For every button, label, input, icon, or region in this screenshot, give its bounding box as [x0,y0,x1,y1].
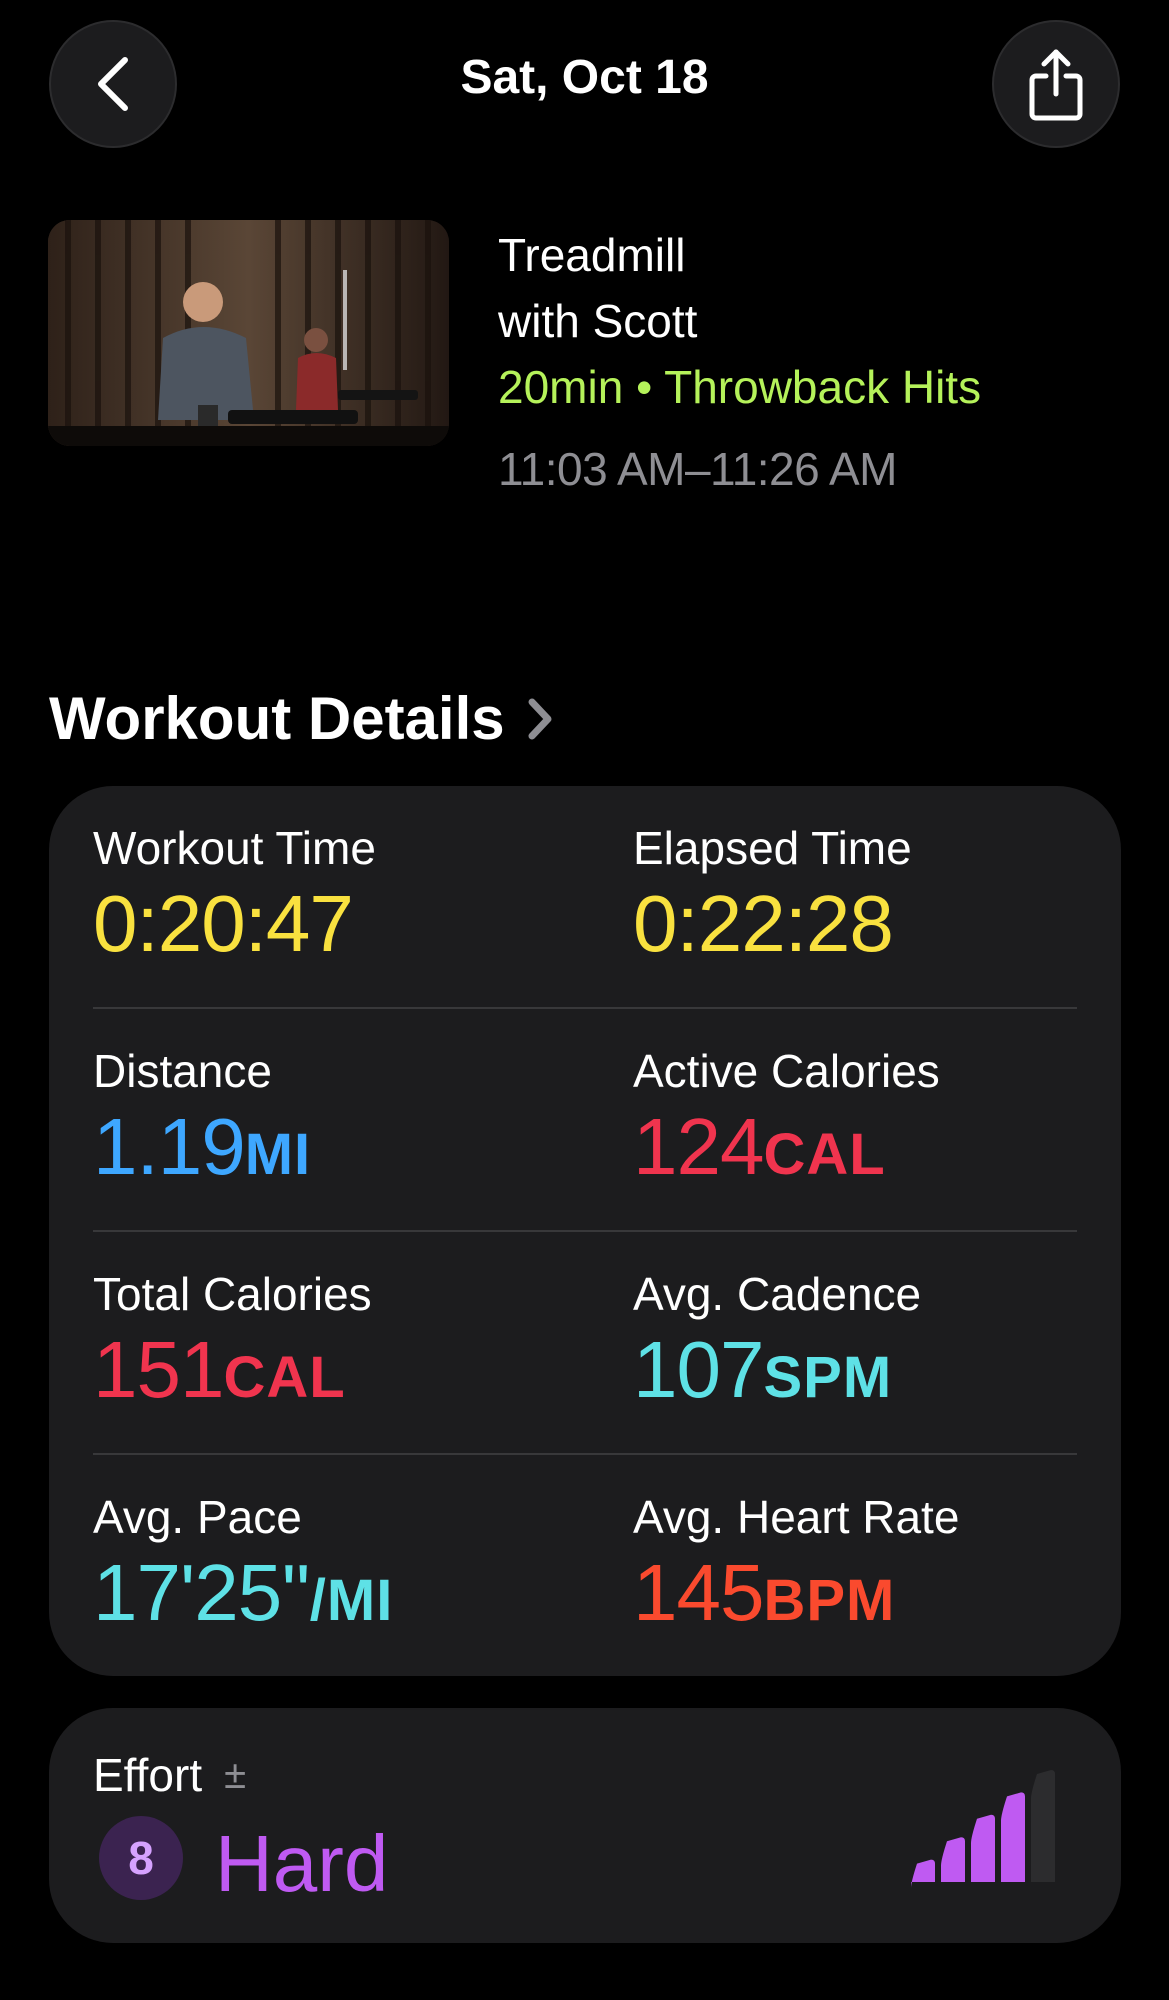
metric-value: 0:20:47 [93,882,376,974]
metric-value: 1.19MI [93,1105,311,1197]
effort-score-badge: 8 [99,1816,183,1900]
effort-level: Hard [215,1819,389,1908]
metric-number: 151 [93,1325,224,1414]
workout-info: Treadmill with Scott 20min • Throwback H… [498,222,981,496]
metric-unit: CAL [763,1122,886,1187]
metric-unit: SPM [763,1345,893,1410]
metric-number: 145 [633,1548,764,1637]
metric-label: Distance [93,1045,272,1097]
effort-bars-icon [911,1770,1055,1888]
metric-unit: BPM [763,1568,896,1633]
class-meta: 20min • Throwback Hits [498,361,982,413]
metric-elapsed-time: Elapsed Time 0:22:28 [633,822,912,974]
class-title-line-2: with Scott [498,295,698,347]
metric-label: Avg. Heart Rate [633,1491,960,1543]
metric-value: 124CAL [633,1105,940,1197]
metric-total-calories: Total Calories 151CAL [93,1268,372,1420]
metric-unit: CAL [223,1345,346,1410]
metric-value: 17'25''/MI [93,1551,393,1643]
metric-label: Total Calories [93,1268,372,1320]
workout-details-card: Workout Time 0:20:47 Elapsed Time 0:22:2… [49,786,1121,1676]
metric-value: 107SPM [633,1328,921,1420]
metric-number: 0:20:47 [93,879,354,968]
effort-label-row: Effort ± [93,1748,246,1802]
metric-number: 0:22:28 [633,879,894,968]
effort-bar [911,1859,935,1888]
chevron-right-icon [528,698,552,739]
metric-label: Avg. Pace [93,1491,302,1543]
metrics-row: Workout Time 0:20:47 Elapsed Time 0:22:2… [93,786,1077,1009]
effort-label: Effort [93,1749,203,1801]
workout-details-link[interactable]: Workout Details [49,684,553,753]
effort-bar [971,1814,995,1882]
metric-number: 1.19 [93,1102,246,1191]
metric-avg-cadence: Avg. Cadence 107SPM [633,1268,921,1420]
metric-number: 107 [633,1325,764,1414]
metric-value: 0:22:28 [633,882,912,974]
metric-active-calories: Active Calories 124CAL [633,1045,940,1197]
metric-label: Active Calories [633,1045,940,1097]
metric-unit: /MI [309,1568,394,1633]
section-heading: Workout Details [49,685,505,752]
effort-bar [941,1837,965,1882]
metrics-row: Total Calories 151CAL Avg. Cadence 107SP… [93,1232,1077,1455]
metric-workout-time: Workout Time 0:20:47 [93,822,376,974]
class-title-line-1: Treadmill [498,229,686,281]
metric-unit: MI [244,1122,312,1187]
metric-avg-pace: Avg. Pace 17'25''/MI [93,1491,393,1643]
share-button[interactable] [992,20,1120,148]
metrics-row: Distance 1.19MI Active Calories 124CAL [93,1009,1077,1232]
time-range: 11:03 AM–11:26 AM [498,443,897,495]
metric-label: Avg. Cadence [633,1268,922,1320]
share-icon [1029,49,1083,121]
plus-minus-icon: ± [224,1752,247,1797]
effort-bar [1031,1770,1055,1882]
metric-distance: Distance 1.19MI [93,1045,311,1197]
metric-value: 145BPM [633,1551,959,1643]
workout-summary-screen: Sat, Oct 18 Treadmill with Scott 20min •… [0,0,1169,2000]
metric-label: Elapsed Time [633,822,912,874]
effort-bar [1001,1792,1025,1882]
workout-thumbnail[interactable] [48,220,449,446]
metric-value: 151CAL [93,1328,372,1420]
metric-number: 17'25'' [93,1548,311,1637]
instructor-on-treadmill-image [48,220,449,446]
metric-label: Workout Time [93,822,376,874]
metrics-row: Avg. Pace 17'25''/MI Avg. Heart Rate 145… [93,1455,1077,1678]
metric-number: 124 [633,1102,764,1191]
effort-card[interactable]: Effort ± 8 Hard [49,1708,1121,1943]
metric-avg-heart-rate: Avg. Heart Rate 145BPM [633,1491,959,1643]
